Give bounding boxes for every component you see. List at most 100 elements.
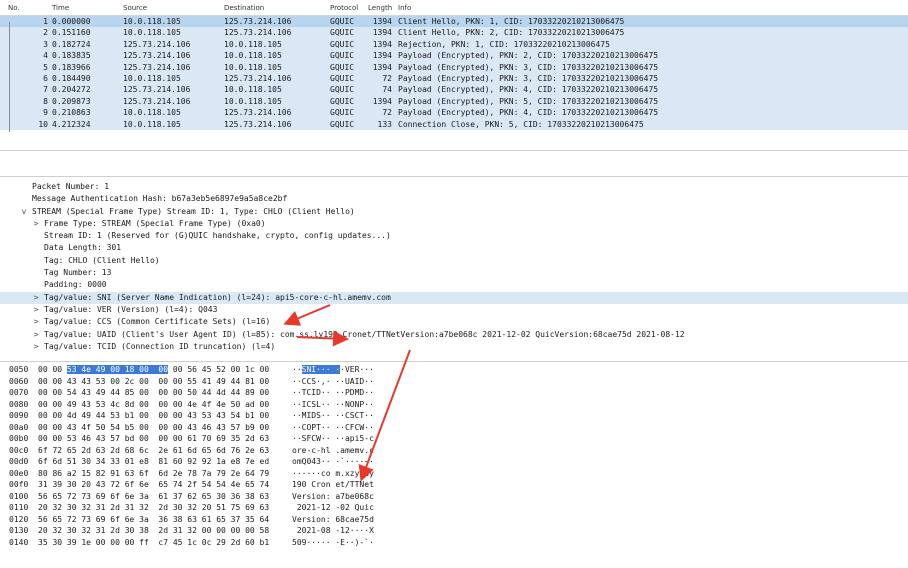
hex-ascii: 190 Cron et/TTNet <box>292 480 374 489</box>
hex-row[interactable]: 00a0 00 00 43 4f 50 54 b5 00 00 00 43 46 … <box>0 422 908 434</box>
packet-len-cell: 72 <box>382 73 392 83</box>
hex-bytes: 00 00 49 43 53 4c 8d 00 00 00 4e 4f 4e 5… <box>38 399 270 409</box>
hex-row[interactable]: 0060 00 00 43 43 53 00 2c 00 00 00 55 41 … <box>0 376 908 388</box>
detail-line[interactable]: > Tag/value: UAID (Client's User Agent ID… <box>0 329 908 341</box>
hex-row[interactable]: 0110 20 32 30 32 31 2d 31 32 2d 30 32 20 … <box>0 502 908 514</box>
detail-text: Tag/value: UAID (Client's User Agent ID)… <box>44 329 685 339</box>
column-info[interactable]: Info <box>398 4 411 12</box>
hex-row[interactable]: 0070 00 00 54 43 49 44 85 00 00 00 50 44 … <box>0 387 908 399</box>
packet-dst-cell: 10.0.118.105 <box>224 51 282 61</box>
expand-right-icon[interactable]: > <box>32 341 40 353</box>
hex-row[interactable]: 0100 56 65 72 73 69 6f 6e 3a 61 37 62 65 … <box>0 491 908 503</box>
expand-right-icon[interactable]: > <box>32 329 40 341</box>
hex-row[interactable]: 00e0 80 86 a2 15 82 91 63 6f 6d 2e 78 7a … <box>0 468 908 480</box>
packet-info-cell: Client Hello, PKN: 2, CID: 1703322021021… <box>398 28 625 38</box>
packet-row[interactable]: 4 0.183835 125.73.214.106 10.0.118.105 GQUIC… <box>0 50 908 62</box>
packet-row[interactable]: 2 0.151160 10.0.118.105 125.73.214.106 GQUIC… <box>0 27 908 39</box>
packet-row[interactable]: 8 0.209873 125.73.214.106 10.0.118.105 GQUIC… <box>0 95 908 108</box>
hex-row[interactable]: 00c0 6f 72 65 2d 63 2d 68 6c 2e 61 6d 65 … <box>0 445 908 457</box>
hex-offset: 0080 <box>9 399 29 409</box>
detail-line[interactable]: Packet Number: 1 <box>0 181 908 193</box>
detail-line[interactable]: Data Length: 301 <box>0 242 908 254</box>
packet-row[interactable]: 6 0.184490 10.0.118.105 125.73.214.106 GQUIC… <box>0 72 908 85</box>
pane-divider[interactable] <box>0 361 908 362</box>
column-destination[interactable]: Destination <box>224 4 264 12</box>
detail-line[interactable]: v STREAM (Special Frame Type) Stream ID: … <box>0 206 908 218</box>
hex-bytes: 00 00 4d 49 44 53 b1 00 00 00 43 53 43 5… <box>38 411 270 420</box>
pane-divider[interactable] <box>0 150 908 151</box>
expand-right-icon[interactable]: > <box>32 304 40 316</box>
packet-row[interactable]: 3 0.182724 125.73.214.106 10.0.118.105 GQUIC… <box>0 38 908 51</box>
hex-row[interactable]: 00b0 00 00 53 46 43 57 bd 00 00 00 61 70 … <box>0 433 908 445</box>
detail-line[interactable]: > Tag/value: VER (Version) (l=4): Q043 <box>0 304 908 316</box>
detail-line[interactable]: Tag Number: 13 <box>0 267 908 279</box>
packet-len-cell: 1394 <box>372 51 392 61</box>
hex-bytes: 56 65 72 73 69 6f 6e 3a 61 37 62 65 30 3… <box>38 491 270 501</box>
packet-len-cell: 74 <box>382 85 392 95</box>
packet-bytes-pane: 0050 00 00 53 4e 49 00 18 00 00 00 56 45 … <box>0 364 908 568</box>
hex-row[interactable]: 0140 35 30 39 1e 00 00 00 ff c7 45 1c 0c … <box>0 537 908 549</box>
detail-line[interactable]: > Tag/value: TCID (Connection ID truncati… <box>0 341 908 353</box>
packet-src-cell: 125.73.214.106 <box>123 51 191 61</box>
hex-ascii: 2021-12 -02 Quic <box>292 503 374 512</box>
hex-row[interactable]: 0080 00 00 49 43 53 4c 8d 00 00 00 4e 4f … <box>0 399 908 411</box>
hex-offset: 00a0 <box>9 422 29 432</box>
packet-src-cell: 125.73.214.106 <box>123 62 191 72</box>
conversation-bracket <box>9 22 15 132</box>
hex-ascii: ··COPT·· ··CFCW·· <box>292 422 374 432</box>
packet-time-cell: 0.183966 <box>52 62 91 72</box>
detail-line[interactable]: Stream ID: 1 (Reserved for (G)QUIC hands… <box>0 230 908 242</box>
packet-dst-cell: 125.73.214.106 <box>224 119 292 129</box>
expand-right-icon[interactable]: > <box>32 292 40 304</box>
packet-time-cell: 0.182724 <box>52 39 91 49</box>
hex-offset: 0060 <box>9 376 29 386</box>
hex-bytes: 00 00 53 46 43 57 bd 00 00 00 61 70 69 3… <box>38 434 270 443</box>
packet-row[interactable]: 7 0.204272 125.73.214.106 10.0.118.105 GQUIC… <box>0 84 908 96</box>
packet-row[interactable]: 9 0.210863 10.0.118.105 125.73.214.106 GQUIC… <box>0 107 908 119</box>
packet-row[interactable]: 10 4.212324 10.0.118.105 125.73.214.106 GQUI… <box>0 118 908 130</box>
packet-details-pane: Packet Number: 1 Message Authentication H… <box>0 181 908 359</box>
packet-info-cell: Payload (Encrypted), PKN: 3, CID: 170332… <box>398 62 659 72</box>
hex-row[interactable]: 0120 56 65 72 73 69 6f 6e 3a 36 38 63 61 … <box>0 514 908 526</box>
column-source[interactable]: Source <box>123 4 147 12</box>
hex-bytes: 6f 6d 51 30 34 33 01 e8 81 60 92 92 1a e… <box>38 457 270 466</box>
column-length[interactable]: Length <box>368 4 392 12</box>
detail-line[interactable]: Tag: CHLO (Client Hello) <box>0 255 908 267</box>
detail-text: Tag/value: VER (Version) (l=4): Q043 <box>44 304 218 314</box>
packet-row[interactable]: 1 0.000000 10.0.118.105 125.73.214.106 GQUIC… <box>0 16 908 28</box>
detail-line[interactable]: > Tag/value: CCS (Common Certificate Sets… <box>0 316 908 328</box>
column-protocol[interactable]: Protocol <box>330 4 358 12</box>
hex-ascii: ··SNI··· ··VER··· <box>292 365 374 374</box>
hex-row[interactable]: 0050 00 00 53 4e 49 00 18 00 00 00 56 45 … <box>0 364 908 376</box>
hex-bytes: 00 00 53 4e 49 00 18 00 00 00 56 45 52 0… <box>38 365 270 374</box>
packet-dst-cell: 125.73.214.106 <box>224 28 292 38</box>
packet-proto-cell: GQUIC <box>330 39 355 49</box>
packet-src-cell: 125.73.214.106 <box>123 96 191 106</box>
packet-row[interactable]: 5 0.183966 125.73.214.106 10.0.118.105 GQUIC… <box>0 61 908 73</box>
column-no[interactable]: No. <box>8 4 20 12</box>
packet-proto-cell: GQUIC <box>330 85 355 95</box>
hex-row[interactable]: 0130 20 32 30 32 31 2d 30 38 2d 31 32 00 … <box>0 525 908 537</box>
packet-dst-cell: 125.73.214.106 <box>224 73 292 83</box>
hex-offset: 0100 <box>9 491 29 501</box>
packet-proto-cell: GQUIC <box>330 119 355 129</box>
hex-ascii: ······co m.xzy.dy <box>292 468 374 478</box>
detail-line[interactable]: > Tag/value: SNI (Server Name Indication)… <box>0 291 908 304</box>
packet-proto-cell: GQUIC <box>330 62 355 72</box>
expand-right-icon[interactable]: > <box>32 218 40 230</box>
column-time[interactable]: Time <box>52 4 69 12</box>
packet-proto-cell: GQUIC <box>330 28 355 38</box>
packet-dst-cell: 10.0.118.105 <box>224 85 282 95</box>
hex-row[interactable]: 0090 00 00 4d 49 44 53 b1 00 00 00 43 53 … <box>0 410 908 422</box>
expand-right-icon[interactable]: > <box>32 316 40 328</box>
detail-line[interactable]: > Frame Type: STREAM (Special Frame Type)… <box>0 218 908 230</box>
detail-line[interactable]: Padding: 0000 <box>0 279 908 291</box>
hex-row[interactable]: 00f0 31 39 30 20 43 72 6f 6e 65 74 2f 54 … <box>0 479 908 491</box>
detail-text: Tag Number: 13 <box>44 268 112 278</box>
pane-divider[interactable] <box>0 176 908 177</box>
hex-row[interactable]: 00d0 6f 6d 51 30 34 33 01 e8 81 60 92 92 … <box>0 456 908 468</box>
expand-down-icon[interactable]: v <box>20 206 28 218</box>
packet-len-cell: 1394 <box>372 96 392 106</box>
packet-dst-cell: 10.0.118.105 <box>224 62 282 72</box>
detail-line[interactable]: Message Authentication Hash: b67a3eb5e68… <box>0 193 908 205</box>
